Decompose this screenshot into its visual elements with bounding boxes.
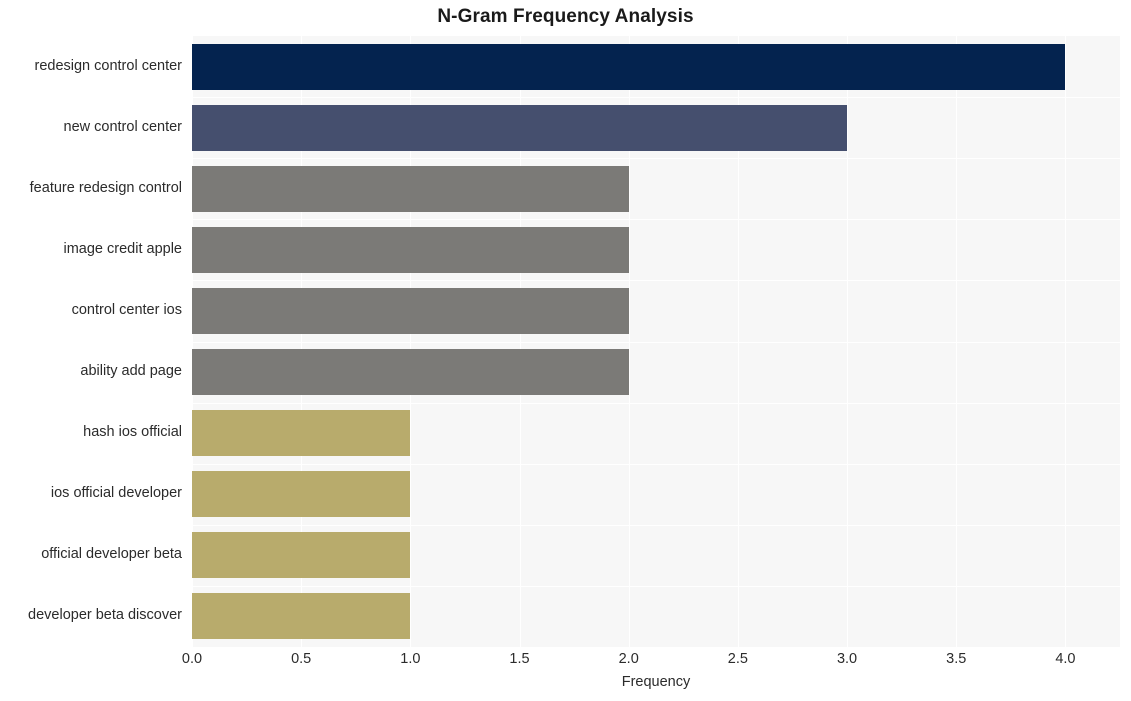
y-tick-label: new control center [63, 118, 182, 135]
bar-row [192, 593, 1120, 640]
bar[interactable] [192, 471, 411, 518]
y-gridline [192, 585, 1120, 587]
bar-row [192, 287, 1120, 334]
bar[interactable] [192, 410, 411, 457]
y-gridline [192, 463, 1120, 465]
x-axis-label: Frequency [621, 674, 691, 690]
bar[interactable] [192, 43, 1066, 90]
bar-row [192, 165, 1120, 212]
y-gridline [192, 402, 1120, 404]
y-gridline [192, 158, 1120, 160]
x-tick-label: 1.0 [400, 651, 421, 667]
bar-row [192, 104, 1120, 151]
bar[interactable] [192, 593, 411, 640]
x-tick-label: 3.5 [946, 651, 967, 667]
bar-row [192, 532, 1120, 579]
y-tick-label: image credit apple [63, 240, 183, 257]
bar[interactable] [192, 165, 629, 212]
y-tick-label: hash ios official [83, 424, 182, 441]
y-tick-label: ios official developer [50, 485, 182, 502]
bar[interactable] [192, 104, 848, 151]
y-tick-label: control center ios [71, 301, 182, 318]
chart-title: N-Gram Frequency Analysis [437, 6, 694, 27]
x-tick-label: 3.0 [836, 651, 858, 667]
bar-row [192, 471, 1120, 518]
plot-area [192, 36, 1120, 647]
x-tick-label: 0.5 [291, 651, 312, 667]
bar-row [192, 349, 1120, 396]
bar[interactable] [192, 226, 629, 273]
x-tick-label: 4.0 [1055, 651, 1076, 667]
x-tick-label: 2.5 [727, 651, 748, 667]
x-axis: 0.0 0.5 1.0 1.5 2.0 2.5 3.0 3.5 4.0 [182, 647, 1120, 673]
y-gridline [192, 341, 1120, 343]
y-tick-label: official developer beta [41, 546, 182, 563]
bar-row [192, 43, 1120, 90]
y-tick-label: developer beta discover [28, 607, 182, 624]
y-axis: redesign control center new control cente… [0, 36, 182, 647]
y-gridline [192, 97, 1120, 99]
x-tick-label: 1.5 [509, 651, 530, 667]
y-tick-label: redesign control center [34, 57, 183, 74]
bar-row [192, 226, 1120, 273]
chart-figure: N-Gram Frequency Analysis redesign contr… [0, 0, 1131, 701]
y-tick-label: feature redesign control [29, 179, 182, 196]
y-gridline [192, 524, 1120, 526]
bar[interactable] [192, 287, 629, 334]
y-gridline [192, 280, 1120, 282]
x-tick-label: 0.0 [181, 651, 203, 667]
bar[interactable] [192, 349, 629, 396]
y-gridline [192, 219, 1120, 221]
y-tick-label: ability add page [80, 363, 182, 380]
bar[interactable] [192, 532, 411, 579]
x-tick-label: 2.0 [618, 651, 639, 667]
bar-row [192, 410, 1120, 457]
